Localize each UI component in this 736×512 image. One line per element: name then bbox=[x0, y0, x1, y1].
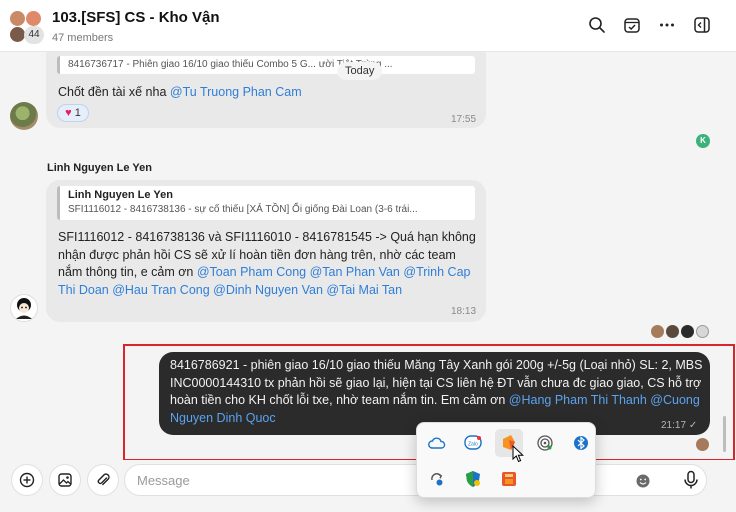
add-button[interactable] bbox=[11, 464, 43, 496]
cartoon-avatar-icon bbox=[16, 298, 32, 319]
reaction-heart[interactable]: ♥ 1 bbox=[57, 104, 89, 122]
mention-link[interactable]: @Tai Mai Tan bbox=[326, 283, 402, 297]
group-avatar[interactable]: 44 bbox=[8, 9, 44, 45]
seen-avatar bbox=[681, 325, 694, 338]
calendar-check-icon[interactable] bbox=[621, 14, 643, 36]
heart-icon: ♥ bbox=[65, 107, 72, 119]
reaction-count: 1 bbox=[74, 107, 81, 119]
sender-avatar[interactable] bbox=[10, 102, 38, 130]
message-time: 17:55 bbox=[451, 114, 477, 125]
member-count[interactable]: 47 members bbox=[52, 32, 113, 44]
mention-link[interactable]: @Dinh Nguyen Van bbox=[213, 283, 323, 297]
emoji-icon[interactable] bbox=[635, 473, 651, 489]
quoted-message[interactable]: 8416736717 - Phiên giao 16/10 giao thiếu… bbox=[57, 56, 475, 74]
svg-text:Zalo: Zalo bbox=[468, 442, 478, 448]
security-icon[interactable] bbox=[459, 465, 487, 493]
search-icon[interactable] bbox=[586, 14, 608, 36]
sender-avatar[interactable] bbox=[10, 294, 38, 322]
fingerprint-icon[interactable] bbox=[531, 429, 559, 457]
seen-avatar bbox=[666, 325, 679, 338]
message-list[interactable]: 8416736717 - Phiên giao 16/10 giao thiếu… bbox=[0, 52, 736, 460]
quoted-message[interactable]: Linh Nguyen Le Yen SFI1116012 - 84167381… bbox=[57, 186, 475, 220]
more-icon[interactable] bbox=[656, 14, 678, 36]
side-panel-icon[interactable] bbox=[691, 14, 713, 36]
zalo-icon[interactable]: Zalo bbox=[459, 429, 487, 457]
seen-avatar bbox=[651, 325, 664, 338]
sender-name[interactable]: Linh Nguyen Le Yen bbox=[47, 162, 152, 174]
message-time: 18:13 bbox=[451, 306, 477, 317]
onedrive-icon[interactable] bbox=[423, 429, 451, 457]
mouse-cursor-icon bbox=[512, 444, 525, 463]
sync-icon[interactable] bbox=[423, 465, 451, 493]
task-icon[interactable] bbox=[495, 465, 523, 493]
image-icon bbox=[58, 473, 72, 487]
seen-avatar bbox=[696, 325, 709, 338]
member-count-badge: 44 bbox=[24, 26, 44, 44]
mention-link[interactable]: @Tu Truong Phan Cam bbox=[170, 85, 302, 99]
paperclip-icon bbox=[97, 473, 110, 486]
system-tray-overflow: Zalo bbox=[416, 422, 596, 498]
mention-link[interactable]: @Tan Phan Van bbox=[310, 265, 400, 279]
quote-sender: Linh Nguyen Le Yen bbox=[68, 189, 173, 201]
date-separator: Today bbox=[337, 62, 383, 80]
microphone-icon[interactable] bbox=[682, 470, 700, 490]
composer-bar bbox=[0, 460, 736, 512]
quote-text: SFI1116012 - 8416738136 - sự cố thiếu [X… bbox=[68, 204, 418, 215]
message-text: Chốt đền tài xế nha @Tu Truong Phan Cam bbox=[58, 85, 302, 99]
chat-header: 44 103.[SFS] CS - Kho Vận 47 members bbox=[0, 0, 736, 52]
bluetooth-icon[interactable] bbox=[567, 429, 595, 457]
mention-link[interactable]: @Toan Pham Cong bbox=[197, 265, 306, 279]
group-title[interactable]: 103.[SFS] CS - Kho Vận bbox=[52, 9, 220, 26]
reader-avatar: K bbox=[696, 134, 710, 148]
scrollbar[interactable] bbox=[723, 416, 726, 452]
plus-circle-icon bbox=[19, 472, 35, 488]
message-text: SFI1116012 - 8416738136 và SFI1116010 - … bbox=[58, 230, 476, 297]
member-avatar bbox=[25, 10, 42, 27]
member-avatar bbox=[9, 10, 26, 27]
image-button[interactable] bbox=[49, 464, 81, 496]
attach-button[interactable] bbox=[87, 464, 119, 496]
mention-link[interactable]: @Hau Tran Cong bbox=[112, 283, 209, 297]
